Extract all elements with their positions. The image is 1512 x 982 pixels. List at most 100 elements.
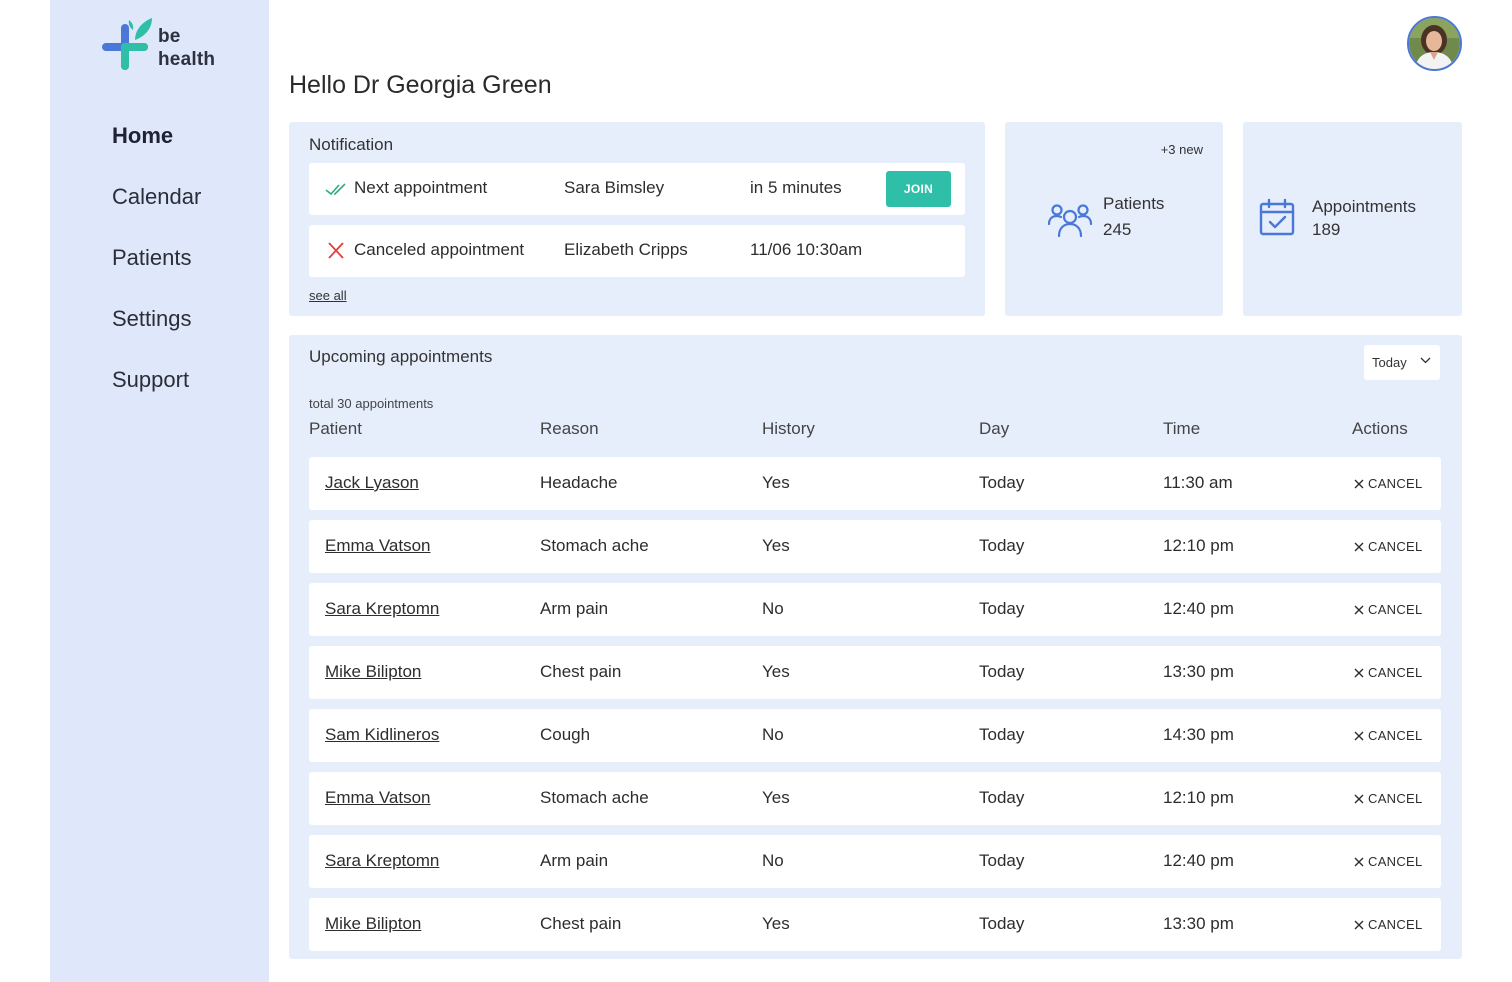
history-cell: No xyxy=(762,599,784,618)
patient-name-link[interactable]: Emma Vatson xyxy=(325,788,431,808)
column-header-reason[interactable]: Reason xyxy=(540,419,599,439)
day-cell: Today xyxy=(979,662,1025,681)
cancel-label: CANCEL xyxy=(1368,476,1423,491)
reason-cell: Stomach ache xyxy=(540,788,649,807)
reason-cell: Arm pain xyxy=(540,599,609,618)
sidebar: be health Home Calendar Patients Setting… xyxy=(50,0,269,982)
table-row: Mike Bilipton Chest pain Yes Today 13:30 pm C… xyxy=(309,646,1441,699)
column-header-actions: Actions xyxy=(1352,419,1408,438)
day-cell: Today xyxy=(979,725,1025,744)
history-cell: No xyxy=(762,851,784,870)
patient-name-link[interactable]: Jack Lyason xyxy=(325,473,419,493)
day-cell: Today xyxy=(979,599,1025,618)
reason-cell: Chest pain xyxy=(540,914,622,933)
logo[interactable]: be health xyxy=(102,16,232,76)
history-cell: Yes xyxy=(762,473,790,492)
table-row: Sara Kreptomn Arm pain No Today 12:40 pm CANC… xyxy=(309,583,1441,636)
doctor-avatar-icon xyxy=(1409,18,1460,69)
table-row: Sara Kreptomn Arm pain No Today 12:40 pm CANC… xyxy=(309,835,1441,888)
patients-label: Patients xyxy=(1103,194,1165,213)
x-icon xyxy=(328,242,344,259)
reason-cell: Arm pain xyxy=(540,851,609,870)
time-cell: 13:30 pm xyxy=(1163,662,1234,681)
time-cell: 13:30 pm xyxy=(1163,914,1234,933)
day-cell: Today xyxy=(979,536,1025,555)
patients-stat-card[interactable]: +3 new Patients 245 xyxy=(1005,122,1223,316)
chevron-down-icon xyxy=(1420,357,1431,364)
cancel-appointment-button[interactable]: CANCEL xyxy=(1354,665,1423,680)
patients-count: 245 xyxy=(1103,220,1132,239)
cancel-appointment-button[interactable]: CANCEL xyxy=(1354,602,1423,617)
time-cell: 12:10 pm xyxy=(1163,788,1234,807)
user-avatar[interactable] xyxy=(1407,16,1462,71)
logo-icon xyxy=(102,18,152,70)
notification-label: Next appointment xyxy=(354,178,488,197)
patient-name-link[interactable]: Mike Bilipton xyxy=(325,662,421,682)
upcoming-title: Upcoming appointments xyxy=(309,347,493,366)
column-header-day[interactable]: Day xyxy=(979,419,1009,439)
close-icon xyxy=(1354,542,1364,552)
nav-item-calendar[interactable]: Calendar xyxy=(112,180,201,241)
table-row: Sam Kidlineros Cough No Today 14:30 pm CANCEL xyxy=(309,709,1441,762)
column-header-history[interactable]: History xyxy=(762,419,815,439)
table-row: Mike Bilipton Chest pain Yes Today 13:30 pm C… xyxy=(309,898,1441,951)
notification-time: 11/06 10:30am xyxy=(750,240,863,259)
patient-name-link[interactable]: Emma Vatson xyxy=(325,536,431,556)
appointments-count: 189 xyxy=(1312,220,1341,239)
patient-name-link[interactable]: Sam Kidlineros xyxy=(325,725,439,745)
cancel-label: CANCEL xyxy=(1368,665,1423,680)
day-filter-dropdown[interactable]: Today xyxy=(1364,345,1440,380)
notification-patient: Sara Bimsley xyxy=(564,178,665,197)
table-row: Emma Vatson Stomach ache Yes Today 12:10 pm C… xyxy=(309,772,1441,825)
close-icon xyxy=(1354,731,1364,741)
notification-time: in 5 minutes xyxy=(750,178,842,197)
time-cell: 12:10 pm xyxy=(1163,536,1234,555)
reason-cell: Chest pain xyxy=(540,662,622,681)
join-button[interactable]: JOIN xyxy=(886,171,951,207)
cancel-label: CANCEL xyxy=(1368,854,1423,869)
table-row: Emma Vatson Stomach ache Yes Today 12:10 pm C… xyxy=(309,520,1441,573)
nav-item-settings[interactable]: Settings xyxy=(112,302,201,363)
cancel-appointment-button[interactable]: CANCEL xyxy=(1354,791,1423,806)
filter-value: Today xyxy=(1372,355,1407,370)
cancel-appointment-button[interactable]: CANCEL xyxy=(1354,917,1423,932)
close-icon xyxy=(1354,920,1364,930)
sidebar-nav: Home Calendar Patients Settings Support xyxy=(112,119,201,424)
cancel-appointment-button[interactable]: CANCEL xyxy=(1354,476,1423,491)
appointments-label: Appointments xyxy=(1312,197,1416,216)
cancel-appointment-button[interactable]: CANCEL xyxy=(1354,854,1423,869)
history-cell: Yes xyxy=(762,536,790,555)
appointments-stat-card[interactable]: Appointments 189 xyxy=(1243,122,1462,316)
notification-patient: Elizabeth Cripps xyxy=(564,240,688,259)
notification-label: Canceled appointment xyxy=(354,240,525,259)
patient-name-link[interactable]: Sara Kreptomn xyxy=(325,599,439,619)
column-header-time[interactable]: Time xyxy=(1163,419,1200,439)
nav-item-home[interactable]: Home xyxy=(112,119,201,180)
cancel-appointment-button[interactable]: CANCEL xyxy=(1354,539,1423,554)
reason-cell: Headache xyxy=(540,473,618,492)
day-cell: Today xyxy=(979,914,1025,933)
users-icon xyxy=(1047,204,1093,238)
see-all-link[interactable]: see all xyxy=(309,288,347,303)
time-cell: 11:30 am xyxy=(1163,473,1233,492)
calendar-check-icon xyxy=(1259,198,1295,236)
notification-item: Canceled appointment Elizabeth Cripps 11… xyxy=(309,225,965,277)
day-cell: Today xyxy=(979,788,1025,807)
column-header-patient[interactable]: Patient xyxy=(309,419,362,439)
day-cell: Today xyxy=(979,473,1025,492)
nav-item-support[interactable]: Support xyxy=(112,363,201,424)
logo-text: be health xyxy=(158,26,216,70)
table-row: Jack Lyason Headache Yes Today 11:30 am CANCE… xyxy=(309,457,1441,510)
history-cell: Yes xyxy=(762,788,790,807)
cancel-label: CANCEL xyxy=(1368,602,1423,617)
cancel-label: CANCEL xyxy=(1368,539,1423,554)
patient-name-link[interactable]: Mike Bilipton xyxy=(325,914,421,934)
time-cell: 12:40 pm xyxy=(1163,599,1234,618)
patient-name-link[interactable]: Sara Kreptomn xyxy=(325,851,439,871)
reason-cell: Stomach ache xyxy=(540,536,649,555)
cancel-appointment-button[interactable]: CANCEL xyxy=(1354,728,1423,743)
close-icon xyxy=(1354,857,1364,867)
cancel-label: CANCEL xyxy=(1368,917,1423,932)
nav-item-patients[interactable]: Patients xyxy=(112,241,201,302)
time-cell: 14:30 pm xyxy=(1163,725,1234,744)
